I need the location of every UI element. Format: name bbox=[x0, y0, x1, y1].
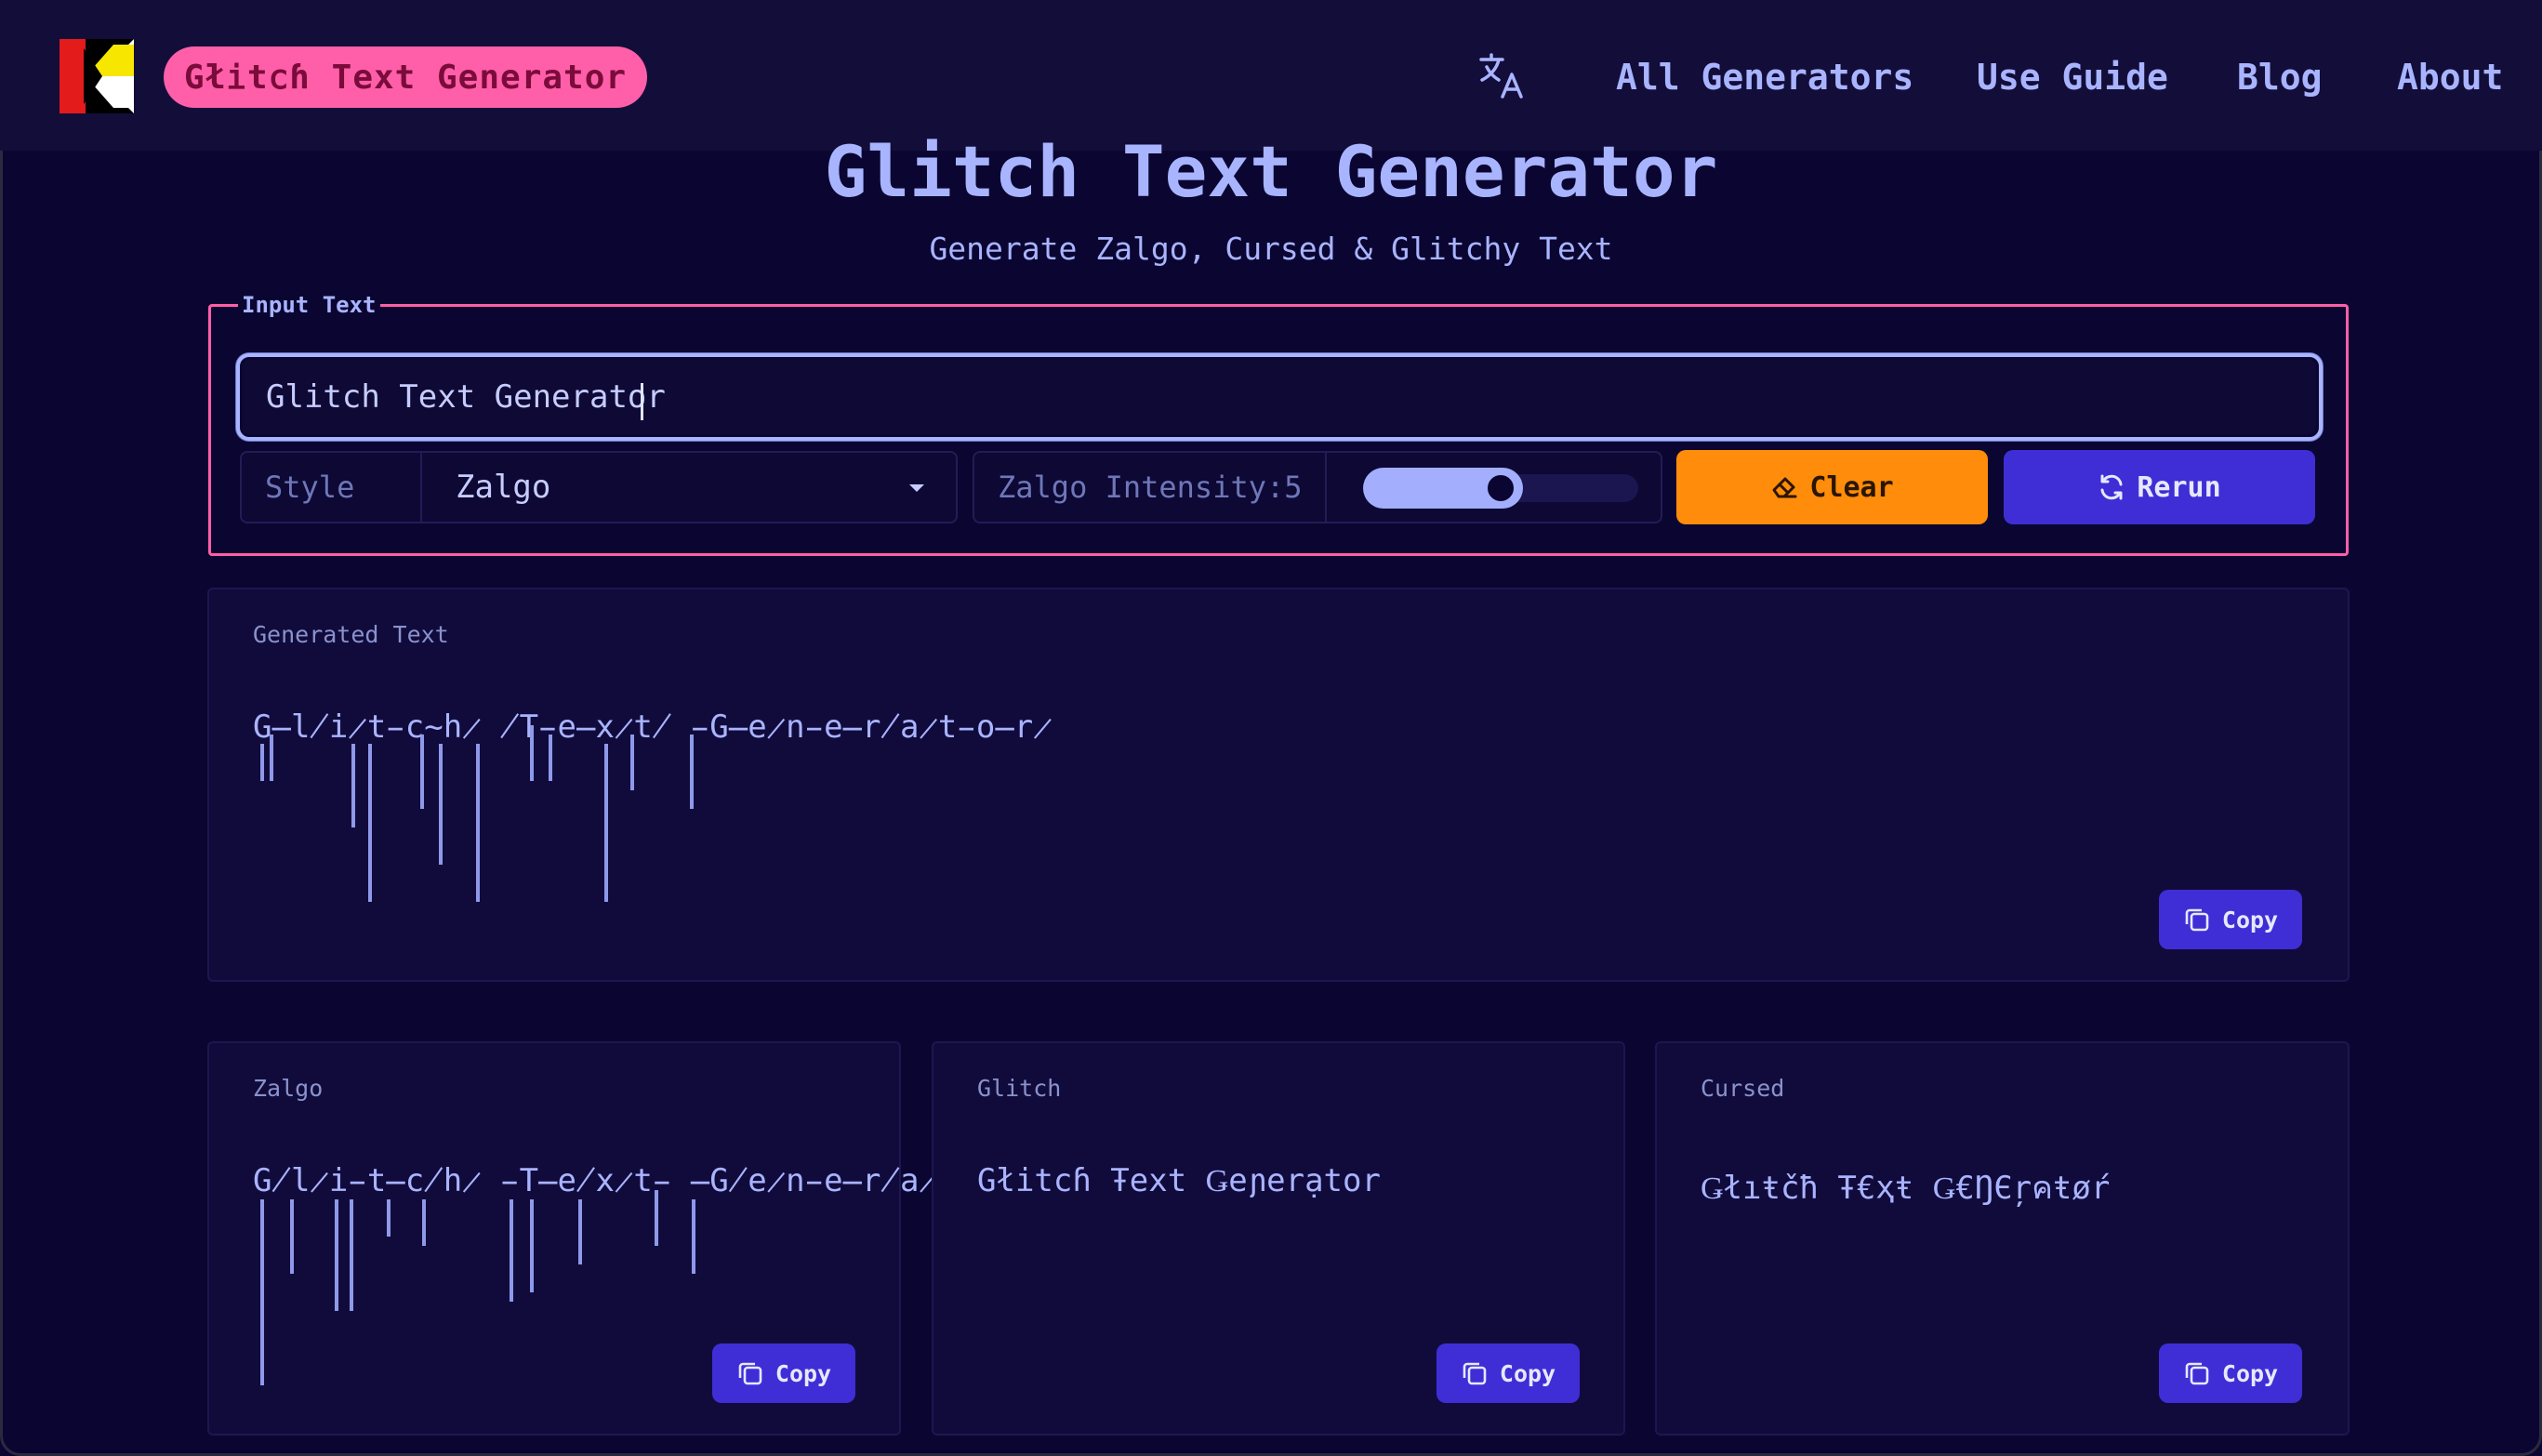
cursed-card-text: Ǥłıŧčħ Ŧ€ҳŧ Ǥ€ŊЄŗคŧøŕ bbox=[1701, 1170, 2111, 1207]
glitch-card-text: Gł𝚒t𝚌ɦ Ŧ𝚎x𝚝 Ǥ𝚎ɲ𝚎𝚛ạ𝚝𝚘𝚛 bbox=[977, 1162, 1381, 1199]
nav-use-guide[interactable]: Use Guide bbox=[1977, 48, 2168, 106]
clear-button-label: Clear bbox=[1809, 470, 1894, 504]
intensity-label: Zalgo Intensity:5 bbox=[998, 470, 1303, 505]
copy-icon bbox=[2185, 908, 2209, 932]
copy-icon bbox=[2185, 1362, 2209, 1385]
top-navigation-bar: Gł𝚒t𝚌ɦ Text Generator All Generators Use… bbox=[0, 0, 2542, 151]
glitch-card-label: Glitch bbox=[977, 1075, 1062, 1102]
nav-about[interactable]: About bbox=[2397, 48, 2503, 106]
copy-icon bbox=[1463, 1362, 1487, 1385]
generated-text-label: Generated Text bbox=[253, 621, 449, 648]
zalgo-copy-button[interactable]: Copy bbox=[712, 1343, 855, 1403]
input-text-legend: Input Text bbox=[238, 292, 380, 318]
generated-text-output: G̶l̸i̷t̵c̴h̷ ̸T̵e̶x̷t̸ ̵G̶e̷n̵e̶r̸a̷t̵o̶… bbox=[253, 708, 1053, 746]
generated-text-card bbox=[207, 588, 2350, 982]
generated-copy-label: Copy bbox=[2221, 906, 2279, 933]
intensity-slider-thumb[interactable] bbox=[1482, 470, 1519, 507]
style-label: Style bbox=[265, 470, 355, 505]
nav-all-generators[interactable]: All Generators bbox=[1616, 48, 1913, 106]
glitch-copy-label: Copy bbox=[1499, 1359, 1556, 1387]
brand-title-button[interactable]: Gł𝚒t𝚌ɦ Text Generator bbox=[164, 46, 647, 108]
text-input[interactable] bbox=[236, 353, 2323, 441]
generated-copy-button[interactable]: Copy bbox=[2159, 890, 2302, 949]
style-select-value[interactable]: Zalgo bbox=[456, 451, 550, 523]
clear-button[interactable]: Clear bbox=[1676, 450, 1988, 524]
page-subtitle: Generate Zalgo, Cursed & Glitchy Text bbox=[929, 231, 1613, 267]
eraser-icon bbox=[1772, 477, 1797, 498]
refresh-icon bbox=[2100, 474, 2123, 500]
style-divider bbox=[420, 453, 422, 522]
cursed-copy-label: Copy bbox=[2221, 1359, 2279, 1387]
logo-icon[interactable] bbox=[60, 39, 134, 113]
glitch-copy-button[interactable]: Copy bbox=[1436, 1343, 1580, 1403]
cursed-copy-button[interactable]: Copy bbox=[2159, 1343, 2302, 1403]
rerun-button-label: Rerun bbox=[2137, 470, 2221, 504]
zalgo-copy-label: Copy bbox=[775, 1359, 832, 1387]
page-title: Glitch Text Generator bbox=[824, 130, 1718, 213]
rerun-button[interactable]: Rerun bbox=[2004, 450, 2315, 524]
intensity-divider bbox=[1325, 453, 1327, 522]
translate-icon[interactable] bbox=[1478, 52, 1525, 100]
nav-blog[interactable]: Blog bbox=[2237, 48, 2323, 106]
cursed-card-label: Cursed bbox=[1701, 1075, 1785, 1102]
chevron-down-icon[interactable] bbox=[909, 484, 924, 492]
text-cursor bbox=[641, 383, 643, 420]
copy-icon bbox=[738, 1362, 762, 1385]
zalgo-card-label: Zalgo bbox=[253, 1075, 324, 1102]
